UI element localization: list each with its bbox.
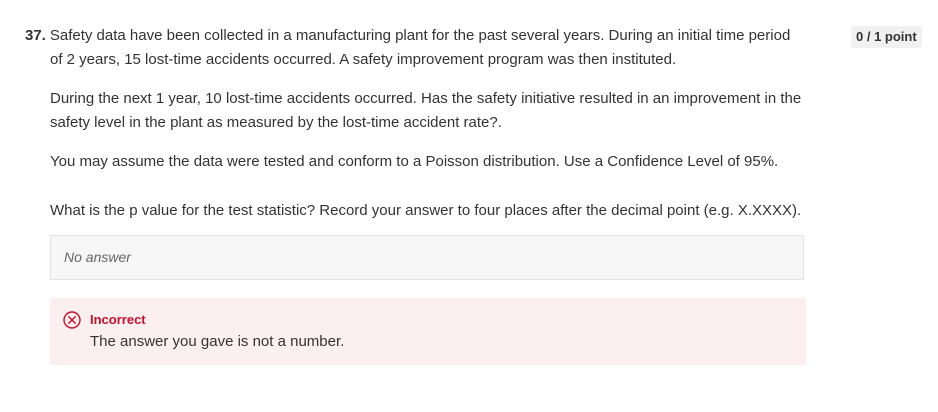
feedback-message: The answer you gave is not a number. xyxy=(90,333,345,350)
question-text-line-1: Safety data have been collected in a man… xyxy=(49,27,791,44)
score-badge: 0 / 1 point xyxy=(851,26,922,48)
question-paragraph-3: You may assume the data were tested and … xyxy=(50,153,779,170)
incorrect-x-icon xyxy=(63,311,81,329)
answer-field[interactable]: No answer xyxy=(50,235,804,280)
answer-value: No answer xyxy=(64,249,131,265)
question-paragraph-2-line-2: safety level in the plant as measured by… xyxy=(50,114,502,131)
question-line-1: 37. Safety data have been collected in a … xyxy=(25,24,815,48)
feedback-panel: Incorrect The answer you gave is not a n… xyxy=(50,298,806,365)
question-text-line-2: of 2 years, 15 lost-time accidents occur… xyxy=(50,51,677,68)
question-number: 37. xyxy=(25,27,46,44)
feedback-title: Incorrect xyxy=(90,312,146,327)
question-stem: 37. Safety data have been collected in a … xyxy=(25,24,815,72)
question-paragraph-2-line-1: During the next 1 year, 10 lost-time acc… xyxy=(50,90,802,107)
question-prompt: What is the p value for the test statist… xyxy=(50,202,802,219)
